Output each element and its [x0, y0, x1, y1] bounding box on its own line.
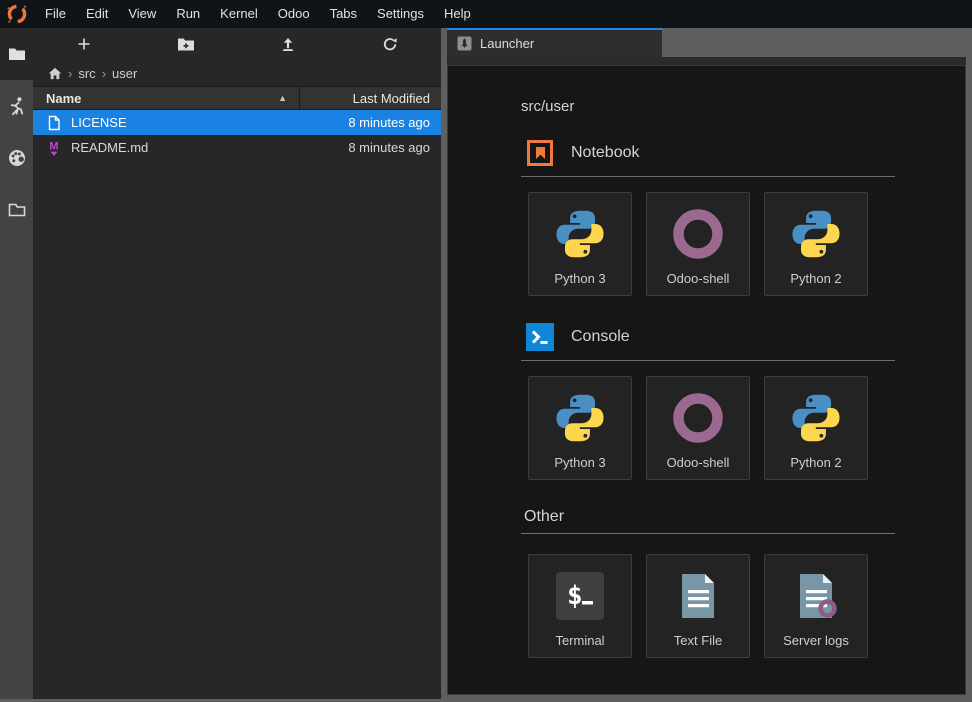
- file-modified: 8 minutes ago: [348, 115, 441, 130]
- activity-sidebar: [0, 28, 33, 699]
- breadcrumb: › src › user: [33, 60, 441, 86]
- section-header-console: Console: [526, 323, 895, 351]
- launcher-card-console-odoo-shell[interactable]: Odoo-shell: [646, 376, 750, 480]
- python-icon: [554, 392, 606, 444]
- launcher-cwd: src/user: [521, 98, 895, 115]
- notebook-cards: Python 3 Odoo-shell Python 2: [528, 192, 895, 296]
- refresh-icon[interactable]: [339, 28, 441, 60]
- new-launcher-plus-icon[interactable]: [33, 28, 135, 60]
- section-title: Console: [571, 328, 630, 346]
- launcher-rocket-icon: [457, 36, 472, 51]
- text-file-icon: [672, 570, 724, 622]
- column-header-last-modified[interactable]: Last Modified: [300, 91, 441, 106]
- launcher-card-console-python3[interactable]: Python 3: [528, 376, 632, 480]
- launcher-card-server-logs[interactable]: Server logs: [764, 554, 868, 658]
- menu-odoo[interactable]: Odoo: [268, 0, 320, 28]
- open-tabs-icon: [7, 201, 27, 219]
- card-label: Odoo-shell: [667, 455, 730, 470]
- menu-view[interactable]: View: [118, 0, 166, 28]
- tab-launcher-label: Launcher: [480, 36, 534, 51]
- section-divider: [521, 360, 895, 361]
- card-label: Server logs: [783, 633, 849, 648]
- palette-icon: [7, 148, 27, 168]
- launcher-panel: src/user Notebook Python 3: [447, 65, 966, 695]
- launcher-card-console-python2[interactable]: Python 2: [764, 376, 868, 480]
- section-header-notebook: Notebook: [526, 139, 895, 167]
- python-icon: [554, 208, 606, 260]
- odoo-logo-icon: [4, 1, 30, 27]
- breadcrumb-src[interactable]: src: [78, 66, 95, 81]
- running-person-icon: [7, 96, 26, 117]
- menu-help[interactable]: Help: [434, 0, 481, 28]
- file-list-header: Name ▲ Last Modified: [33, 86, 441, 110]
- tab-launcher[interactable]: Launcher: [447, 28, 662, 57]
- card-label: Python 2: [790, 271, 841, 286]
- breadcrumb-separator: ›: [102, 66, 106, 81]
- card-label: Python 3: [554, 455, 605, 470]
- markdown-icon: M: [46, 140, 62, 156]
- breadcrumb-user[interactable]: user: [112, 66, 137, 81]
- file-modified: 8 minutes ago: [348, 140, 441, 155]
- menu-tabs[interactable]: Tabs: [320, 0, 367, 28]
- terminal-icon: $: [554, 570, 606, 622]
- folder-icon: [8, 46, 26, 62]
- card-label: Python 3: [554, 271, 605, 286]
- console-icon: [526, 323, 554, 351]
- sidebar-tab-command-palette[interactable]: [0, 132, 33, 184]
- section-divider: [521, 533, 895, 534]
- dock-body: src/user Notebook Python 3: [447, 57, 966, 695]
- menu-run[interactable]: Run: [166, 0, 210, 28]
- menu-edit[interactable]: Edit: [76, 0, 118, 28]
- launcher-card-terminal[interactable]: $ Terminal: [528, 554, 632, 658]
- menu-kernel[interactable]: Kernel: [210, 0, 268, 28]
- file-browser-toolbar: [33, 28, 441, 60]
- home-icon[interactable]: [48, 67, 62, 80]
- menu-bar: File Edit View Run Kernel Odoo Tabs Sett…: [0, 0, 972, 28]
- other-cards: $ Terminal Text File: [528, 554, 895, 658]
- server-logs-icon: [790, 570, 842, 622]
- launcher-card-notebook-python2[interactable]: Python 2: [764, 192, 868, 296]
- upload-icon[interactable]: [237, 28, 339, 60]
- card-label: Python 2: [790, 455, 841, 470]
- section-divider: [521, 176, 895, 177]
- sidebar-tab-file-browser[interactable]: [0, 28, 33, 80]
- new-folder-icon[interactable]: [135, 28, 237, 60]
- file-name: LICENSE: [71, 115, 348, 130]
- console-cards: Python 3 Odoo-shell Python 2: [528, 376, 895, 480]
- card-label: Odoo-shell: [667, 271, 730, 286]
- launcher-card-notebook-python3[interactable]: Python 3: [528, 192, 632, 296]
- svg-text:$: $: [567, 581, 583, 611]
- python-icon: [790, 392, 842, 444]
- file-browser-panel: › src › user Name ▲ Last Modified LICENS…: [33, 28, 441, 699]
- odoo-ring-icon: [672, 208, 724, 260]
- file-icon: [46, 115, 62, 131]
- odoo-ring-icon: [672, 392, 724, 444]
- card-label: Text File: [674, 633, 722, 648]
- file-name: README.md: [71, 140, 348, 155]
- menu-settings[interactable]: Settings: [367, 0, 434, 28]
- section-header-other: Other: [524, 507, 895, 526]
- sidebar-tab-running-sessions[interactable]: [0, 80, 33, 132]
- column-header-name[interactable]: Name ▲: [33, 87, 300, 109]
- dock-tab-bar: Launcher: [447, 28, 972, 57]
- section-title: Notebook: [571, 144, 640, 162]
- section-title: Other: [524, 508, 564, 526]
- breadcrumb-separator: ›: [68, 66, 72, 81]
- svg-text:M: M: [49, 140, 58, 152]
- column-name-label: Name: [46, 91, 81, 106]
- main-dock-panel: Launcher src/user Notebook: [447, 28, 972, 702]
- launcher-card-text-file[interactable]: Text File: [646, 554, 750, 658]
- python-icon: [790, 208, 842, 260]
- file-row-readme[interactable]: M README.md 8 minutes ago: [33, 135, 441, 160]
- launcher-card-notebook-odoo-shell[interactable]: Odoo-shell: [646, 192, 750, 296]
- card-label: Terminal: [555, 633, 604, 648]
- file-row-license[interactable]: LICENSE 8 minutes ago: [33, 110, 441, 135]
- notebook-icon: [526, 139, 554, 167]
- menu-file[interactable]: File: [35, 0, 76, 28]
- sort-ascending-icon[interactable]: ▲: [278, 93, 287, 103]
- sidebar-tab-open-tabs[interactable]: [0, 184, 33, 236]
